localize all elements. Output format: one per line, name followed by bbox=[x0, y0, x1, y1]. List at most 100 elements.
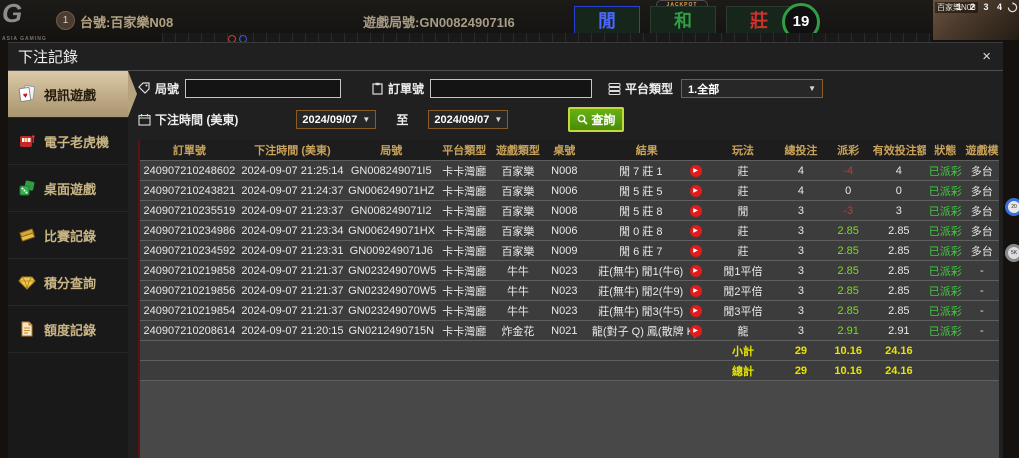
cell-result: 閒 0 莊 8▶ bbox=[585, 221, 709, 241]
cell-result: 莊(無牛) 閒1(牛6)▶ bbox=[585, 261, 709, 281]
refresh-icon[interactable] bbox=[1007, 2, 1018, 13]
replay-button[interactable]: ▶ bbox=[690, 185, 702, 197]
table-row: 2409072102355192024-09-07 21:23:37GN0082… bbox=[140, 201, 999, 221]
replay-button[interactable]: ▶ bbox=[690, 225, 702, 237]
sidebar-item-label: 視訊遊戲 bbox=[44, 85, 96, 104]
cell-bet-time: 2024-09-07 21:21:37 bbox=[239, 261, 346, 281]
document-icon bbox=[18, 320, 36, 338]
cell-payout: -3 bbox=[825, 201, 872, 221]
col-platform: 平台類型 bbox=[436, 140, 492, 161]
cell-order-id: 240907210219858 bbox=[140, 261, 239, 281]
camera-selector[interactable]: 1 2 3 4 bbox=[956, 2, 1005, 12]
col-round-no: 局號 bbox=[346, 140, 436, 161]
cell-total-bet: 3 bbox=[777, 301, 824, 321]
cell-order-id: 240907210243821 bbox=[140, 181, 239, 201]
cell-platform: 卡卡灣廳 bbox=[436, 241, 492, 261]
cell-status: 已派彩 bbox=[926, 221, 965, 241]
modal-header: 下注記錄 × bbox=[8, 43, 1003, 71]
date-to-label: 至 bbox=[396, 111, 408, 128]
cell-result: 閒 7 莊 1▶ bbox=[585, 161, 709, 181]
table-row: 2409072102198582024-09-07 21:21:37GN0232… bbox=[140, 261, 999, 281]
col-order-id: 訂單號 bbox=[140, 140, 239, 161]
cell-total-bet: 4 bbox=[777, 181, 824, 201]
chip-20[interactable]: 20 bbox=[1005, 198, 1019, 216]
filter-row-1: 局號 訂單號 平台類型 bbox=[138, 79, 999, 98]
sidebar-item-table-games[interactable]: 桌面遊戲 bbox=[8, 165, 128, 212]
cell-payout: -4 bbox=[825, 161, 872, 181]
sidebar-item-points-inquiry[interactable]: 積分查詢 bbox=[8, 259, 128, 306]
subtotal-row: 小計 29 10.16 24.16 bbox=[140, 341, 999, 361]
bet-tie-button[interactable]: 和 bbox=[650, 6, 716, 36]
cell-game-mode: 多台 bbox=[965, 181, 999, 201]
tag-icon bbox=[138, 82, 151, 95]
replay-button[interactable]: ▶ bbox=[690, 165, 702, 177]
cell-platform: 卡卡灣廳 bbox=[436, 301, 492, 321]
dice-icon bbox=[18, 179, 36, 197]
col-game-mode: 遊戲模式 bbox=[965, 140, 999, 161]
bet-player-button[interactable]: 閒 bbox=[574, 6, 640, 36]
result-text: 莊(無牛) 閒1(牛6) bbox=[592, 263, 690, 279]
date-to-select[interactable]: 2024/09/07 ▼ bbox=[428, 110, 508, 129]
cell-valid-bet: 2.85 bbox=[872, 261, 926, 281]
order-input[interactable] bbox=[430, 79, 592, 98]
cell-table-no: N009 bbox=[544, 241, 585, 261]
cell-game-mode: - bbox=[965, 281, 999, 301]
cell-order-id: 240907210219856 bbox=[140, 281, 239, 301]
cell-round-no: GN023249070W5 bbox=[346, 261, 436, 281]
sidebar-item-label: 積分查詢 bbox=[44, 273, 96, 292]
search-button[interactable]: 查詢 bbox=[568, 107, 624, 132]
result-text: 閒 0 莊 8 bbox=[592, 223, 690, 239]
main-content: 局號 訂單號 平台類型 bbox=[128, 71, 1003, 458]
platform-list-icon bbox=[608, 82, 621, 95]
slot-machine-icon bbox=[18, 132, 36, 150]
cell-play-type: 莊 bbox=[709, 241, 778, 261]
cell-game-mode: - bbox=[965, 321, 999, 341]
cell-round-no: GN023249070W5 bbox=[346, 281, 436, 301]
cell-valid-bet: 2.85 bbox=[872, 241, 926, 261]
replay-button[interactable]: ▶ bbox=[690, 245, 702, 257]
sidebar-item-match-records[interactable]: 比賽記錄 bbox=[8, 212, 128, 259]
sidebar-item-credit-records[interactable]: 額度記錄 bbox=[8, 306, 128, 353]
screen: GASIA GAMING 1 台號:百家樂N08 遊戲局號:GN00824907… bbox=[0, 0, 1019, 458]
sidebar-item-video-games[interactable]: ♥ 視訊遊戲 bbox=[8, 71, 128, 118]
cards-icon: ♥ bbox=[18, 85, 36, 103]
chip-5k[interactable]: 5K bbox=[1005, 244, 1019, 262]
table-row: 2409072102198542024-09-07 21:21:37GN0232… bbox=[140, 301, 999, 321]
cell-platform: 卡卡灣廳 bbox=[436, 161, 492, 181]
table-row: 2409072102438212024-09-07 21:24:37GN0062… bbox=[140, 181, 999, 201]
cell-round-no: GN008249071I2 bbox=[346, 201, 436, 221]
cell-total-bet: 3 bbox=[777, 221, 824, 241]
replay-button[interactable]: ▶ bbox=[690, 305, 702, 317]
cell-order-id: 240907210234986 bbox=[140, 221, 239, 241]
cell-bet-time: 2024-09-07 21:23:34 bbox=[239, 221, 346, 241]
cell-order-id: 240907210248602 bbox=[140, 161, 239, 181]
cell-play-type: 閒2平倍 bbox=[709, 281, 778, 301]
result-text: 莊(無牛) 閒3(牛5) bbox=[592, 303, 690, 319]
replay-button[interactable]: ▶ bbox=[690, 325, 702, 337]
records-table: 訂單號 下注時間 (美東) 局號 平台類型 遊戲類型 桌號 結果 玩法 總投注 … bbox=[140, 140, 999, 381]
cell-valid-bet: 2.91 bbox=[872, 321, 926, 341]
replay-button[interactable]: ▶ bbox=[690, 285, 702, 297]
cell-total-bet: 3 bbox=[777, 261, 824, 281]
seat-number-badge: 1 bbox=[56, 11, 75, 30]
cell-total-bet: 3 bbox=[777, 241, 824, 261]
cell-game-mode: 多台 bbox=[965, 201, 999, 221]
col-bet-time: 下注時間 (美東) bbox=[239, 140, 346, 161]
round-input[interactable] bbox=[185, 79, 341, 98]
cell-result: 閒 5 莊 8▶ bbox=[585, 201, 709, 221]
close-icon[interactable]: × bbox=[982, 49, 991, 64]
sidebar-item-slots[interactable]: 電子老虎機 bbox=[8, 118, 128, 165]
cell-status: 已派彩 bbox=[926, 261, 965, 281]
result-text: 莊(無牛) 閒2(牛9) bbox=[592, 283, 690, 299]
col-valid-bet: 有效投注額 bbox=[872, 140, 926, 161]
cell-payout: 2.85 bbox=[825, 241, 872, 261]
col-total-bet: 總投注 bbox=[777, 140, 824, 161]
replay-button[interactable]: ▶ bbox=[690, 265, 702, 277]
table-row: 2409072102086142024-09-07 21:20:15GN0212… bbox=[140, 321, 999, 341]
replay-button[interactable]: ▶ bbox=[690, 205, 702, 217]
cell-play-type: 莊 bbox=[709, 161, 778, 181]
platform-select[interactable]: 1.全部 ▼ bbox=[681, 79, 823, 98]
cell-play-type: 莊 bbox=[709, 181, 778, 201]
date-from-select[interactable]: 2024/09/07 ▼ bbox=[296, 110, 376, 129]
grand-total-payout: 10.16 bbox=[825, 361, 872, 381]
